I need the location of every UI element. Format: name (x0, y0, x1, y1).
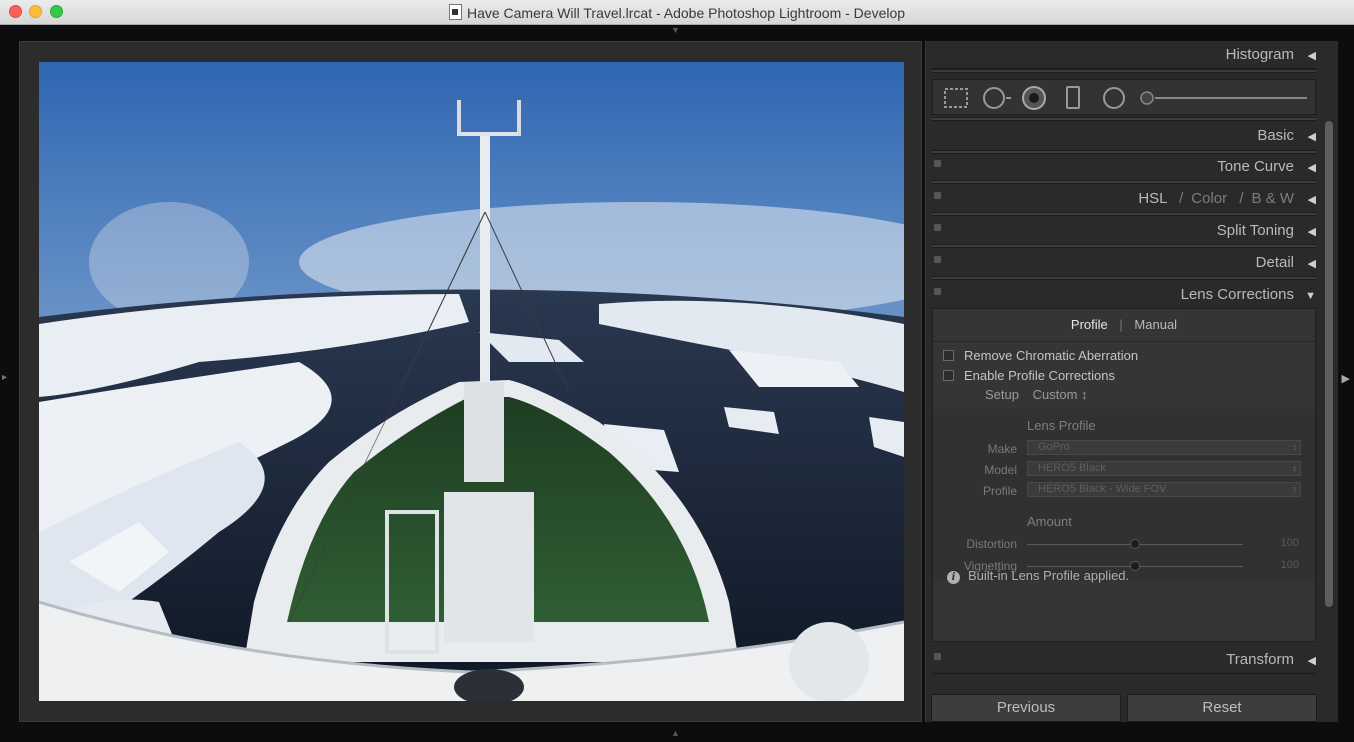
panel-switch-icon[interactable] (934, 160, 941, 167)
window-title: Have Camera Will Travel.lrcat - Adobe Ph… (466, 5, 906, 21)
collapse-triangle-icon: ◀ (1307, 50, 1316, 62)
enable-profile-checkbox-row[interactable]: Enable Profile Corrections (943, 368, 1115, 383)
top-panel-toggle-icon[interactable]: ▼ (671, 25, 680, 35)
collapse-triangle-icon: ◀ (1307, 655, 1316, 667)
brush-size-slider[interactable] (1139, 90, 1311, 106)
panel-divider (932, 69, 1316, 73)
hsl-header[interactable]: HSL / Color / B & W ◀ (932, 183, 1316, 213)
distortion-label: Distortion (966, 537, 1017, 551)
tone-curve-header[interactable]: Tone Curve ◀ (932, 151, 1316, 181)
tool-strip (932, 79, 1316, 115)
graduated-filter-icon[interactable] (1065, 85, 1081, 111)
distortion-value[interactable]: 100 (1263, 537, 1299, 549)
tone-curve-label: Tone Curve (1217, 158, 1294, 175)
transform-label: Transform (1226, 651, 1294, 668)
detail-label: Detail (1255, 254, 1294, 271)
vignetting-value[interactable]: 100 (1263, 559, 1299, 571)
previous-button[interactable]: Previous (931, 694, 1121, 722)
bottom-panel-toggle-icon[interactable]: ▲ (671, 728, 680, 738)
remove-ca-checkbox[interactable] (943, 350, 954, 361)
remove-ca-label: Remove Chromatic Aberration (964, 348, 1139, 363)
hsl-tab[interactable]: HSL (1138, 190, 1167, 207)
setup-row: Setup Custom ↕ (985, 387, 1088, 402)
lens-profile-info: i Built-in Lens Profile applied. (947, 568, 1129, 584)
bw-tab[interactable]: B & W (1251, 190, 1294, 207)
lens-corrections-label: Lens Corrections (1180, 286, 1294, 303)
remove-ca-checkbox-row[interactable]: Remove Chromatic Aberration (943, 348, 1138, 363)
right-panel-toggle-icon[interactable]: ▶ (1342, 372, 1350, 385)
basic-label: Basic (1257, 127, 1294, 144)
profile-select[interactable]: HERO5 Black - Wide FOV (1027, 482, 1301, 497)
panel-switch-icon[interactable] (934, 653, 941, 660)
tab-separator: | (1119, 317, 1123, 332)
main-workspace: ▼ ▸ ▶ ▲ Histogram ◀ Basic ◀ Tone Curve ◀… (0, 25, 1354, 742)
reset-button[interactable]: Reset (1127, 694, 1317, 722)
hsl-separator: / (1179, 190, 1184, 207)
hsl-separator: / (1239, 190, 1244, 207)
transform-header[interactable]: Transform ◀ (932, 644, 1316, 674)
left-panel-toggle-icon[interactable]: ▸ (2, 372, 10, 386)
distortion-slider-knob[interactable] (1130, 539, 1140, 549)
lens-info-text: Built-in Lens Profile applied. (968, 568, 1130, 583)
make-select[interactable]: GoPro (1027, 440, 1301, 455)
lens-profile-section: Lens Profile Make GoPro Model HERO5 Blac… (933, 409, 1315, 581)
lens-corrections-header[interactable]: Lens Corrections ▼ (932, 279, 1316, 308)
panel-switch-icon[interactable] (934, 224, 941, 231)
crop-icon[interactable] (943, 87, 969, 109)
setup-label: Setup (985, 387, 1019, 402)
color-tab[interactable]: Color (1191, 190, 1227, 207)
histogram-header[interactable]: Histogram ◀ (932, 41, 1316, 69)
split-toning-header[interactable]: Split Toning ◀ (932, 215, 1316, 245)
basic-header[interactable]: Basic ◀ (932, 118, 1316, 151)
window-title-wrap: Have Camera Will Travel.lrcat - Adobe Ph… (0, 4, 1354, 21)
detail-header[interactable]: Detail ◀ (932, 247, 1316, 277)
panel-switch-icon[interactable] (934, 256, 941, 263)
image-viewer[interactable] (19, 41, 922, 722)
amount-title: Amount (1027, 514, 1072, 529)
tab-profile[interactable]: Profile (1071, 317, 1108, 332)
tab-manual[interactable]: Manual (1134, 317, 1177, 332)
enable-profile-checkbox[interactable] (943, 370, 954, 381)
model-label: Model (984, 463, 1017, 477)
split-toning-label: Split Toning (1216, 222, 1294, 239)
title-bar: Have Camera Will Travel.lrcat - Adobe Ph… (0, 0, 1354, 25)
setup-dropdown[interactable]: Custom ↕ (1033, 387, 1088, 402)
develop-right-panel: Histogram ◀ Basic ◀ Tone Curve ◀ HSL / C… (925, 41, 1338, 722)
radial-filter-icon[interactable] (1101, 85, 1127, 111)
catalog-document-icon (448, 4, 462, 20)
spot-removal-icon[interactable] (981, 85, 1013, 111)
vignetting-slider-knob[interactable] (1130, 561, 1140, 571)
make-label: Make (987, 442, 1017, 456)
panel-switch-icon[interactable] (934, 192, 941, 199)
lens-profile-title: Lens Profile (1027, 418, 1096, 433)
profile-label: Profile (982, 484, 1017, 498)
model-select[interactable]: HERO5 Black (1027, 461, 1301, 476)
info-icon: i (947, 571, 960, 584)
lens-tabs: Profile | Manual (933, 309, 1315, 342)
lens-corrections-body: Profile | Manual Remove Chromatic Aberra… (932, 308, 1316, 642)
photo-preview (39, 62, 904, 701)
red-eye-icon[interactable] (1021, 85, 1047, 111)
histogram-label: Histogram (1225, 46, 1294, 63)
right-panel-scrollbar[interactable] (1325, 121, 1333, 607)
enable-profile-label: Enable Profile Corrections (964, 368, 1116, 383)
panel-switch-icon[interactable] (934, 288, 941, 295)
